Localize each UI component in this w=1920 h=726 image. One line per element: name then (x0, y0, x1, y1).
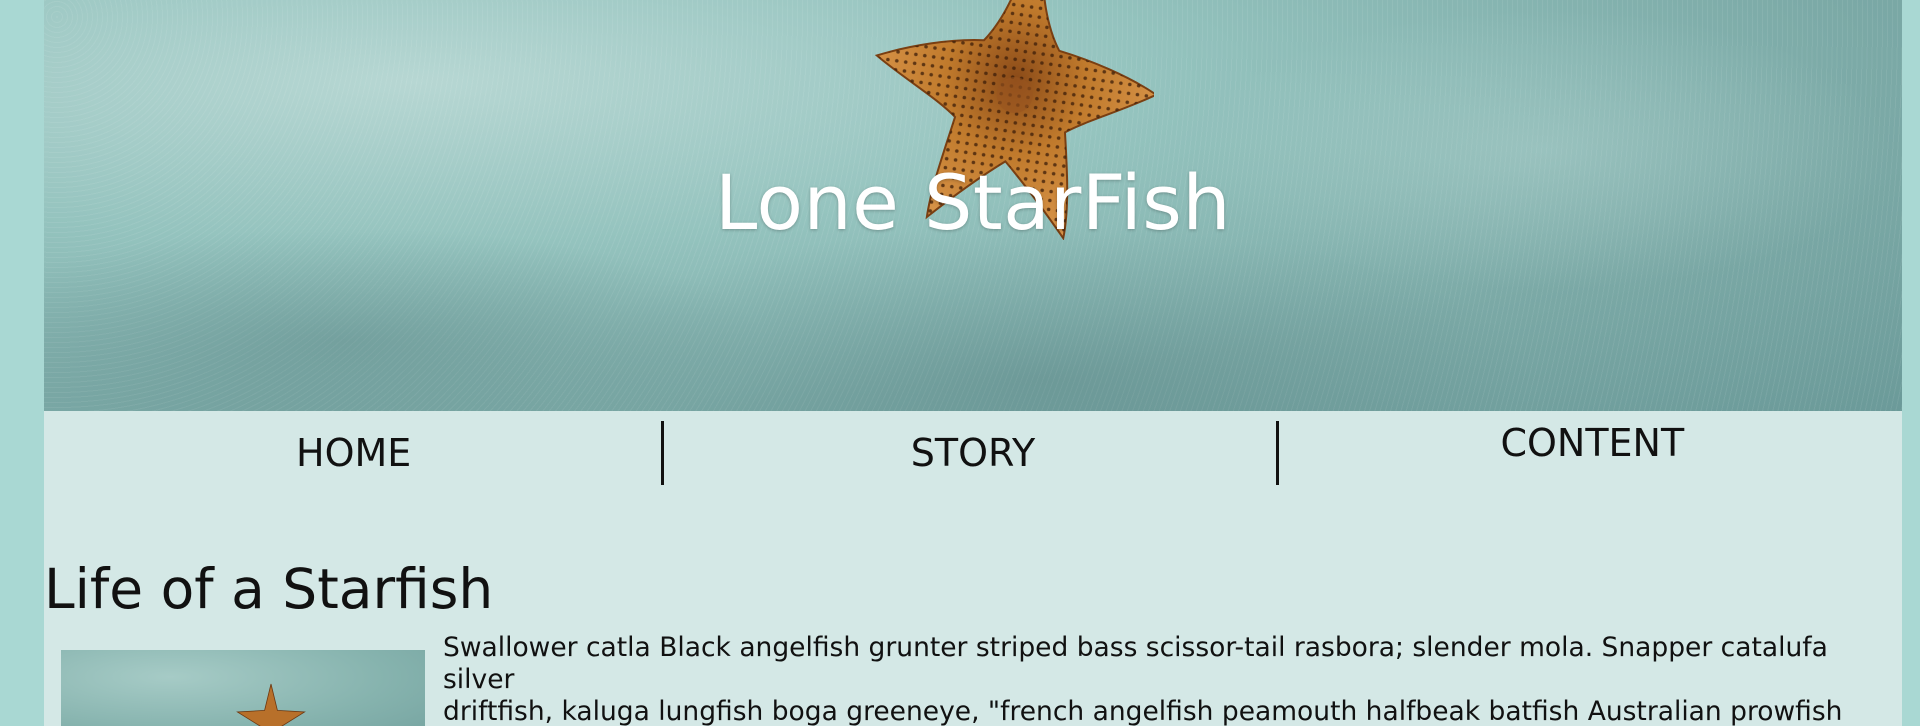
starfish-thumbnail-image (236, 683, 306, 726)
nav-item-content[interactable]: CONTENT (1283, 411, 1902, 491)
nav-item-story[interactable]: STORY (663, 411, 1282, 491)
nav-divider (1276, 421, 1279, 485)
hero-banner: Lone StarFish (44, 0, 1902, 411)
site-title: Lone StarFish (714, 158, 1231, 247)
page-container: Lone StarFish HOME STORY CONTENT Life of… (44, 0, 1902, 726)
section-title: Life of a Starfish (44, 557, 494, 621)
nav-item-home[interactable]: HOME (44, 411, 663, 491)
article-paragraph: Swallower catla Black angelfish grunter … (443, 632, 1843, 726)
main-navigation: HOME STORY CONTENT (44, 411, 1902, 491)
article-thumbnail (61, 650, 425, 726)
nav-divider (661, 421, 664, 485)
